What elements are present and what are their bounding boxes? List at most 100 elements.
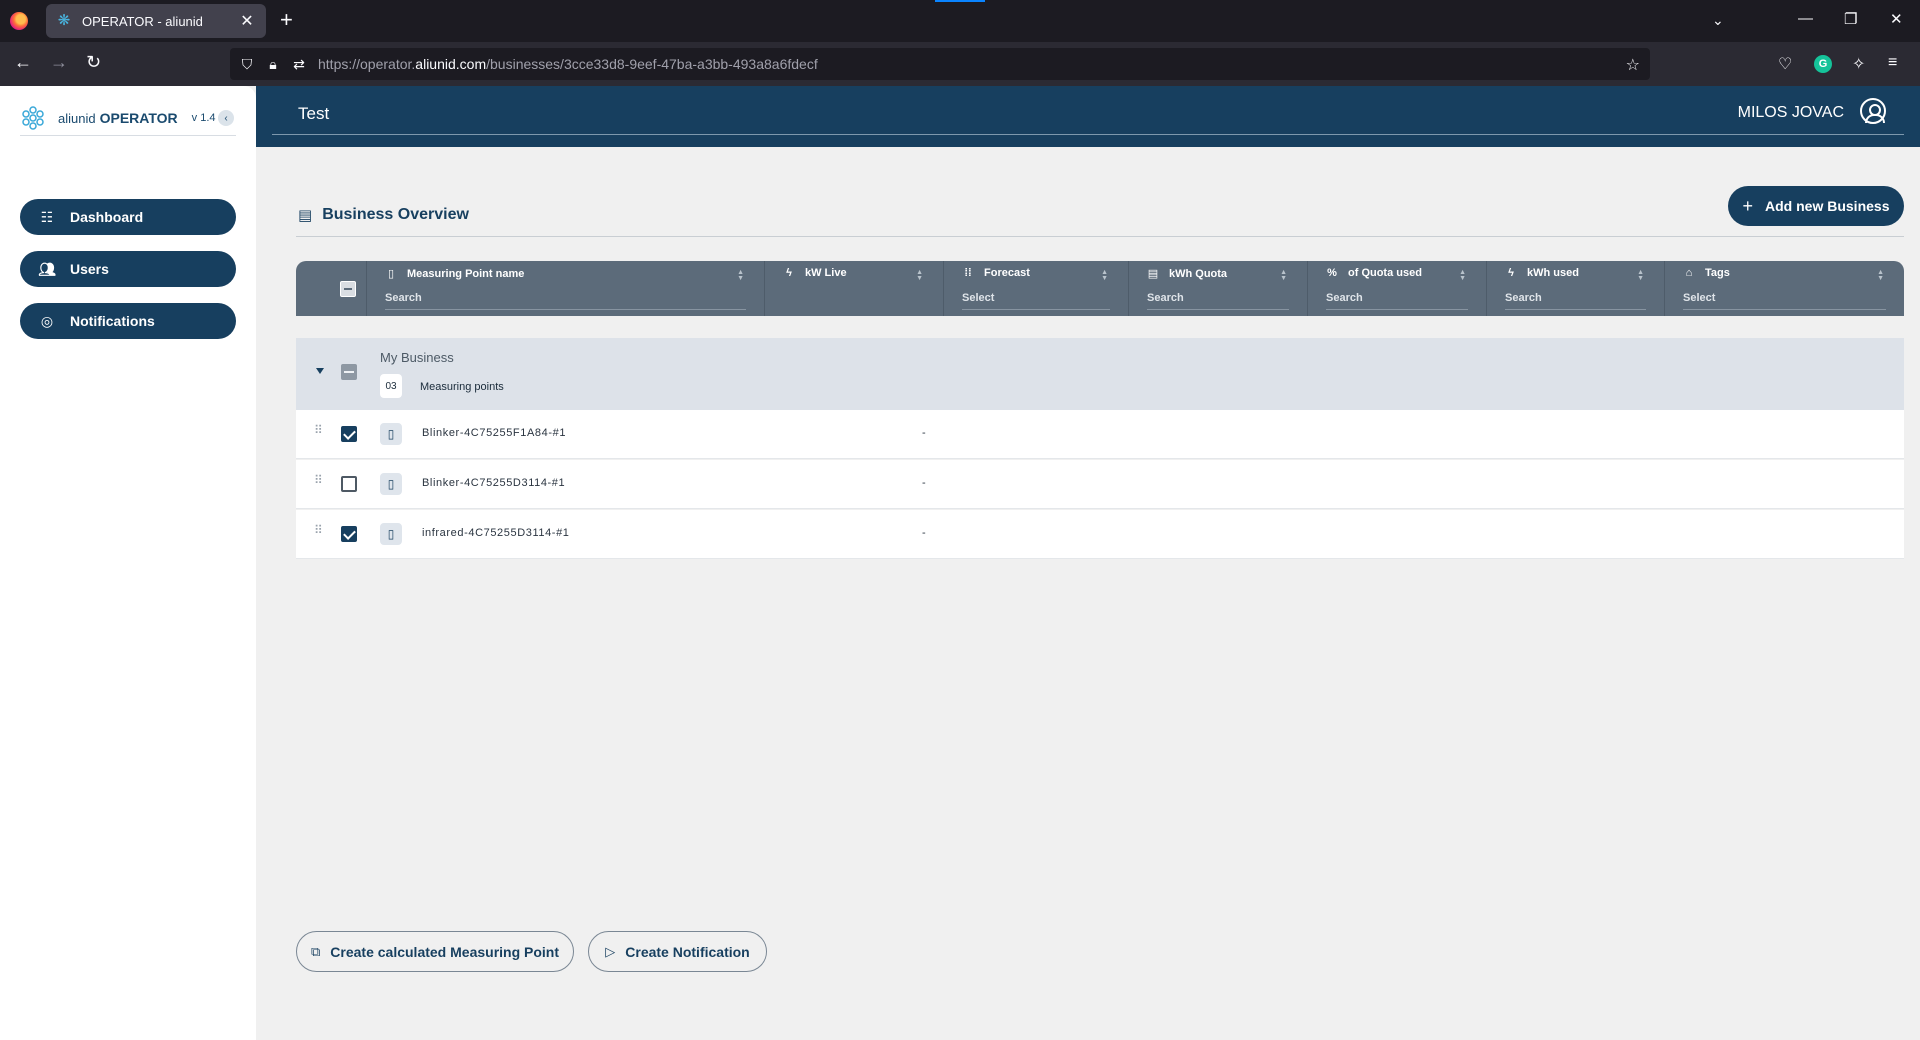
measuring-points-count: 03 — [380, 374, 402, 398]
dashboard-icon: ☷ — [40, 208, 54, 225]
row-checkbox[interactable] — [341, 526, 357, 542]
user-avatar-icon[interactable] — [1860, 98, 1886, 124]
column-forecast[interactable]: ⁞⁞ Forecast ▲ ▼ Select — [943, 261, 1128, 316]
minimize-icon[interactable]: — — [1798, 10, 1813, 27]
column-kwh-used[interactable]: ϟ kWh used ▲ ▼ Search — [1486, 261, 1664, 316]
sort-icon[interactable]: ▲ ▼ — [1101, 269, 1108, 282]
filter-select-tags[interactable]: Select — [1683, 292, 1886, 310]
list-tabs-chevron-icon[interactable]: ⌄ — [1712, 12, 1724, 29]
sidebar-item-users[interactable]: 👥︎ Users — [20, 251, 236, 287]
send-icon: ▷ — [605, 943, 616, 959]
column-label: kW Live — [805, 267, 847, 279]
column-measuring-point-name[interactable]: ▯ Measuring Point name ▲ ▼ Search — [366, 261, 764, 316]
filter-select-forecast[interactable]: Select — [962, 292, 1110, 310]
page-title: Test — [298, 104, 330, 123]
collapse-sidebar-button[interactable]: ‹ — [218, 110, 234, 126]
column-tags[interactable]: ⌂ Tags ▲ ▼ Select — [1664, 261, 1904, 316]
url-bar[interactable]: ⛉ 🔒︎ ⇄ https://operator.aliunid.com/busi… — [230, 48, 1650, 80]
restore-icon[interactable]: ❐ — [1844, 10, 1857, 28]
menu-hamburger-icon[interactable]: ≡ — [1888, 54, 1897, 72]
browser-navbar: ← → ↻ ⛉ 🔒︎ ⇄ https://operator.aliunid.co… — [0, 42, 1920, 86]
column-label: Forecast — [984, 267, 1030, 279]
drag-handle-icon[interactable]: ⠿ — [314, 474, 324, 486]
quota-icon: ▤ — [1147, 268, 1159, 280]
add-new-business-button[interactable]: + Add new Business — [1728, 186, 1904, 226]
column-kwh-quota[interactable]: ▤ kWh Quota ▲ ▼ Search — [1128, 261, 1307, 316]
tab-close-icon[interactable]: ✕ — [238, 11, 256, 31]
select-all-checkbox[interactable] — [340, 281, 356, 297]
back-arrow-icon[interactable]: ← — [14, 52, 32, 72]
business-name: My Business — [380, 350, 454, 365]
browser-tabbar: ❋ OPERATOR - aliunid ✕ + ⌄ — ❐ ✕ — [0, 0, 1920, 42]
table-row[interactable]: ⠿ ▯ infrared-4C75255D3114-#1 - — [296, 510, 1904, 559]
user-name[interactable]: MILOS JOVAC — [1738, 104, 1844, 122]
aliunid-logo-icon — [20, 105, 46, 131]
column-kw-live[interactable]: ϟ kW Live ▲ ▼ — [764, 261, 943, 316]
plus-icon: + — [1742, 195, 1754, 216]
copy-icon: ⧉ — [310, 943, 321, 959]
tab-title: OPERATOR - aliunid — [82, 13, 203, 29]
table-row[interactable]: ⠿ ▯ Blinker-4C75255D3114-#1 - — [296, 460, 1904, 509]
grammarly-extension-icon[interactable]: G — [1814, 55, 1832, 73]
browser-tab-active[interactable]: ❋ OPERATOR - aliunid ✕ — [46, 4, 266, 38]
firefox-icon[interactable] — [10, 12, 28, 30]
new-tab-button[interactable]: + — [280, 9, 293, 31]
drag-handle-icon[interactable]: ⠿ — [314, 424, 324, 436]
measuring-point-name[interactable]: Blinker-4C75255D3114-#1 — [422, 477, 565, 489]
tab-accent-line — [935, 0, 985, 2]
sidebar-item-label: Dashboard — [70, 209, 144, 225]
row-checkbox[interactable] — [341, 426, 357, 442]
sidebar-item-notifications[interactable]: ◎ Notifications — [20, 303, 236, 339]
aliunid-favicon-icon: ❋ — [57, 12, 71, 29]
measuring-point-icon: ▯ — [387, 268, 395, 280]
column-label: of Quota used — [1348, 267, 1422, 279]
lock-icon[interactable]: 🔒︎ — [266, 56, 280, 73]
measuring-point-name[interactable]: Blinker-4C75255F1A84-#1 — [422, 427, 566, 439]
notifications-icon: ◎ — [40, 312, 54, 329]
row-checkbox[interactable] — [341, 476, 357, 492]
sort-icon[interactable]: ▲ ▼ — [916, 269, 923, 282]
sort-icon[interactable]: ▲ ▼ — [1459, 269, 1466, 282]
app-header: Test MILOS JOVAC — [256, 86, 1920, 147]
brand-name: aliunid OPERATOR — [58, 109, 178, 126]
reload-icon[interactable]: ↻ — [86, 52, 101, 72]
create-calculated-measuring-point-button[interactable]: ⧉ Create calculated Measuring Point — [296, 931, 574, 972]
filter-input-kwh-quota[interactable]: Search — [1147, 292, 1289, 310]
forward-arrow-icon[interactable]: → — [50, 52, 68, 72]
create-calculated-measuring-point-label: Create calculated Measuring Point — [330, 943, 560, 960]
sort-icon[interactable]: ▲ ▼ — [1877, 269, 1884, 282]
extensions-icon[interactable]: ✧ — [1852, 54, 1865, 74]
sidebar: aliunid OPERATOR v 1.4 ‹ ☷ Dashboard 👥︎ U… — [0, 86, 256, 1040]
column-label: kWh Quota — [1169, 267, 1228, 280]
column-label: Tags — [1705, 267, 1730, 279]
tracking-shield-icon[interactable]: ⛉ — [240, 56, 254, 73]
section-divider — [296, 236, 1904, 237]
url-text[interactable]: https://operator.aliunid.com/businesses/… — [318, 56, 818, 72]
measuring-point-icon: ▯ — [380, 523, 402, 545]
group-checkbox[interactable] — [341, 364, 357, 380]
sort-icon[interactable]: ▲ ▼ — [737, 269, 744, 282]
measuring-point-icon: ▯ — [380, 473, 402, 495]
sidebar-item-dashboard[interactable]: ☷ Dashboard — [20, 199, 236, 235]
sort-icon[interactable]: ▲ ▼ — [1637, 269, 1644, 282]
sort-icon[interactable]: ▲ ▼ — [1280, 269, 1287, 282]
filter-input-measuring-point-name[interactable]: Search — [385, 292, 746, 310]
drag-handle-icon[interactable]: ⠿ — [314, 524, 324, 536]
logo-row: aliunid OPERATOR v 1.4 ‹ — [20, 100, 236, 136]
measuring-point-name[interactable]: infrared-4C75255D3114-#1 — [422, 527, 570, 539]
sidebar-item-label: Notifications — [70, 313, 155, 329]
permissions-icon[interactable]: ⇄ — [292, 56, 306, 73]
header-inner: Test MILOS JOVAC — [272, 86, 1904, 135]
create-notification-button[interactable]: ▷ Create Notification — [588, 931, 767, 972]
column-quota-used[interactable]: % of Quota used ▲ ▼ Search — [1307, 261, 1486, 316]
expand-caret-icon[interactable] — [316, 368, 324, 374]
filter-input-quota-used[interactable]: Search — [1326, 292, 1468, 310]
section-title-text: Business Overview — [322, 206, 469, 223]
business-group-row[interactable]: My Business 03 Measuring points — [296, 338, 1904, 410]
filter-input-kwh-used[interactable]: Search — [1505, 292, 1646, 310]
kw-live-value: - — [922, 477, 926, 489]
bookmark-star-icon[interactable]: ☆ — [1626, 55, 1640, 75]
pocket-icon[interactable]: ♡ — [1778, 54, 1792, 74]
window-close-icon[interactable]: ✕ — [1890, 10, 1903, 28]
table-row[interactable]: ⠿ ▯ Blinker-4C75255F1A84-#1 - — [296, 410, 1904, 459]
